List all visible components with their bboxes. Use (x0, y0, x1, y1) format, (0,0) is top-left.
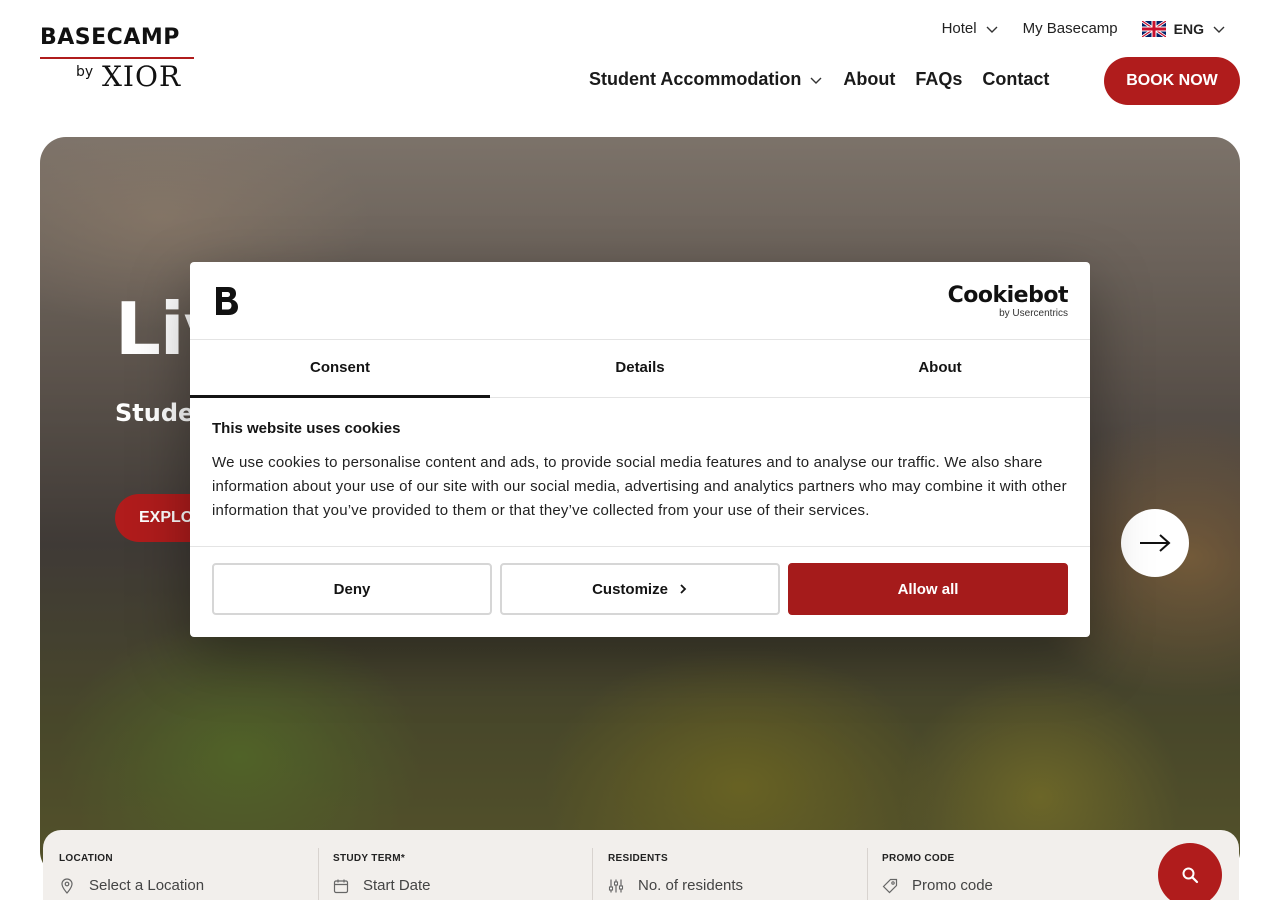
tab-consent[interactable]: Consent (190, 340, 490, 398)
cookie-actions: Deny Customize Allow all (190, 546, 1090, 637)
cookie-dialog-header: Cookiebot by Usercentrics (190, 262, 1090, 340)
allow-all-button[interactable]: Allow all (788, 563, 1068, 615)
main-nav: Student Accommodation About FAQs Contact (589, 69, 1049, 90)
tag-icon (882, 878, 898, 893)
sliders-icon (608, 879, 624, 892)
cookiebot-name: Cookiebot (947, 283, 1069, 308)
promo-code-placeholder: Promo code (912, 877, 993, 894)
language-selector[interactable]: ENG (1141, 20, 1226, 37)
cookie-description: We use cookies to personalise content an… (212, 454, 1067, 519)
tab-details[interactable]: Details (490, 340, 790, 397)
logo-brand-text: BASECAMP (40, 25, 180, 50)
chevron-down-icon (986, 26, 998, 33)
promo-code-label: PROMO CODE (882, 853, 955, 864)
search-icon (1182, 867, 1199, 884)
arrow-right-icon (1140, 534, 1171, 552)
booking-search-bar: LOCATION Select a Location STUDY TERM* S… (43, 830, 1239, 900)
nav-faqs[interactable]: FAQs (915, 69, 962, 90)
location-label: LOCATION (59, 853, 113, 864)
study-term-label: STUDY TERM* (333, 853, 406, 864)
cookie-consent-dialog: Cookiebot by Usercentrics Consent Detail… (190, 262, 1090, 637)
nav-label: About (843, 69, 896, 89)
carousel-next-button[interactable] (1121, 509, 1189, 577)
nav-about[interactable]: About (843, 69, 895, 90)
study-term-placeholder: Start Date (363, 877, 431, 894)
search-button[interactable] (1158, 843, 1222, 900)
deny-label: Deny (333, 580, 371, 598)
nav-student-accommodation[interactable]: Student Accommodation (589, 69, 823, 90)
top-link-label: My Basecamp (1022, 20, 1118, 37)
residents-label: RESIDENTS (608, 853, 668, 864)
chevron-down-icon (1213, 26, 1225, 33)
location-placeholder: Select a Location (89, 877, 205, 894)
residents-field[interactable]: RESIDENTS No. of residents (592, 830, 867, 900)
cookiebot-brand[interactable]: Cookiebot by Usercentrics (947, 283, 1069, 320)
site-b-logo-icon (216, 287, 238, 315)
language-label: ENG (1173, 20, 1204, 37)
nav-label: Contact (982, 69, 1050, 89)
location-field[interactable]: LOCATION Select a Location (43, 830, 318, 900)
residents-placeholder: No. of residents (638, 877, 744, 894)
chevron-right-icon (680, 584, 687, 594)
map-pin-icon (61, 877, 73, 894)
cookiebot-by: by Usercentrics (999, 308, 1068, 319)
calendar-icon (333, 879, 349, 893)
top-utility-nav: Hotel My Basecamp ENG (942, 20, 1226, 37)
nav-label: FAQs (915, 69, 963, 89)
promo-code-field[interactable]: PROMO CODE Promo code (866, 830, 1141, 900)
uk-flag-icon (1141, 20, 1166, 37)
allow-all-label: Allow all (897, 580, 959, 598)
nav-contact[interactable]: Contact (982, 69, 1049, 90)
customize-button[interactable]: Customize (500, 563, 780, 615)
study-term-field[interactable]: STUDY TERM* Start Date (317, 830, 592, 900)
logo-by-text: by (76, 64, 94, 80)
logo-underline (40, 57, 194, 59)
chevron-down-icon (810, 77, 822, 84)
top-link-my-basecamp[interactable]: My Basecamp (1023, 20, 1118, 37)
basecamp-logo[interactable]: BASECAMP by XIOR (40, 25, 200, 93)
book-now-button[interactable]: BOOK NOW (1104, 57, 1240, 105)
top-link-label: Hotel (941, 20, 977, 37)
deny-button[interactable]: Deny (212, 563, 492, 615)
cookie-tabs: Consent Details About (190, 340, 1090, 398)
nav-label: Student Accommodation (589, 69, 802, 89)
logo-partner-text: XIOR (102, 60, 182, 93)
tab-about[interactable]: About (790, 340, 1090, 397)
cookie-body: This website uses cookies We use cookies… (212, 420, 1072, 523)
top-link-hotel[interactable]: Hotel (942, 20, 999, 37)
customize-label: Customize (592, 580, 668, 598)
cookie-heading: This website uses cookies (212, 420, 401, 437)
